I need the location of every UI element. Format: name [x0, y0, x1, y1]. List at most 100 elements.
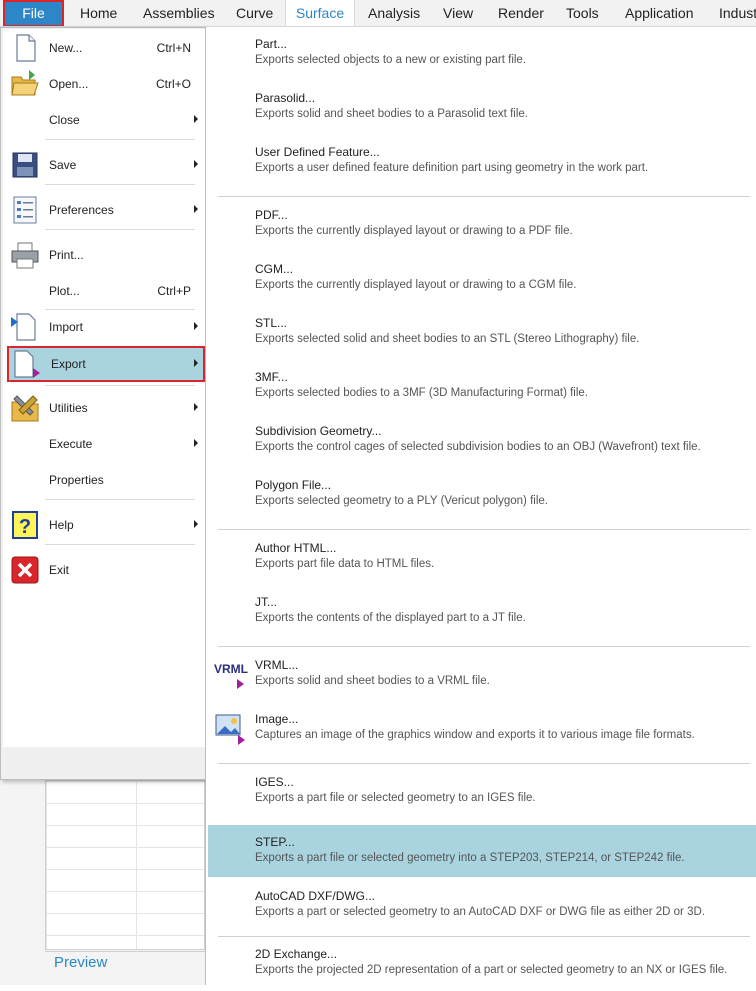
export-item-description: Exports a user defined feature definitio…: [255, 162, 649, 174]
menu-label-close: Close: [49, 113, 80, 127]
export-item-parasolid[interactable]: Parasolid... Exports solid and sheet bod…: [208, 81, 756, 135]
submenu-arrow-icon: [194, 160, 198, 168]
menu-label-export: Export: [51, 357, 86, 371]
menu-separator: [45, 229, 195, 230]
export-item-polygon-file[interactable]: Polygon File... Exports selected geometr…: [208, 468, 756, 522]
tab-view[interactable]: View: [443, 0, 473, 26]
menu-label-execute: Execute: [49, 437, 93, 451]
printer-icon: [11, 242, 39, 269]
export-item-step[interactable]: STEP... Exports a part file or selected …: [208, 825, 756, 877]
submenu-arrow-icon: [194, 403, 198, 411]
menu-item-exit[interactable]: Exit: [7, 553, 205, 587]
export-item-description: Captures an image of the graphics window…: [255, 729, 695, 741]
menu-item-print[interactable]: Print...: [7, 238, 205, 272]
export-icon: [14, 350, 40, 378]
export-item-title: JT...: [255, 595, 278, 609]
open-folder-icon: [11, 70, 39, 96]
menu-item-help[interactable]: ? Help: [7, 508, 205, 542]
export-item-jt[interactable]: JT... Exports the contents of the displa…: [208, 585, 756, 639]
save-disk-icon: [12, 152, 38, 178]
export-item-title: AutoCAD DXF/DWG...: [255, 889, 376, 903]
export-item-description: Exports selected geometry to a PLY (Veri…: [255, 495, 548, 507]
vrml-icon: VRML: [214, 662, 248, 689]
menu-label-new: New...: [49, 41, 83, 55]
tab-industry[interactable]: Indust: [719, 0, 756, 26]
menu-item-open[interactable]: Open... Ctrl+O: [7, 67, 205, 101]
export-item-stl[interactable]: STL... Exports selected solid and sheet …: [208, 306, 756, 360]
tab-render[interactable]: Render: [498, 0, 544, 26]
export-item-title: PDF...: [255, 208, 288, 222]
export-item-2d-exchange[interactable]: 2D Exchange... Exports the projected 2D …: [208, 937, 756, 991]
menu-item-plot[interactable]: Plot... Ctrl+P: [7, 274, 205, 308]
export-item-description: Exports a part file or selected geometry…: [255, 792, 536, 804]
submenu-arrow-icon: [194, 322, 198, 330]
menu-separator: [45, 499, 195, 500]
export-item-image[interactable]: Image... Captures an image of the graphi…: [208, 702, 756, 756]
export-item-title: Parasolid...: [255, 91, 316, 105]
export-item-description: Exports part file data to HTML files.: [255, 558, 435, 570]
export-item-title: Author HTML...: [255, 541, 337, 555]
tab-file[interactable]: File: [3, 0, 64, 26]
menu-item-close[interactable]: Close: [7, 103, 205, 137]
tab-tools[interactable]: Tools: [566, 0, 599, 26]
menu-item-new[interactable]: New... Ctrl+N: [7, 31, 205, 65]
export-item-description: Exports selected objects to a new or exi…: [255, 54, 527, 66]
submenu-separator: [218, 646, 750, 647]
file-menu-list: New... Ctrl+N Open... Ctrl+O Close Save …: [3, 29, 205, 747]
menu-label-properties: Properties: [49, 473, 104, 487]
submenu-separator: [218, 763, 750, 764]
export-item-author-html[interactable]: Author HTML... Exports part file data to…: [208, 531, 756, 585]
export-item-iges[interactable]: IGES... Exports a part file or selected …: [208, 765, 756, 819]
export-item-title: Subdivision Geometry...: [255, 424, 382, 438]
preview-label[interactable]: Preview: [54, 954, 107, 971]
export-item-title: STL...: [255, 316, 288, 330]
import-icon: [11, 313, 36, 341]
export-item-description: Exports solid and sheet bodies to a Para…: [255, 108, 528, 120]
menu-item-execute[interactable]: Execute: [7, 427, 205, 461]
export-item-description: Exports a part or selected geometry to a…: [255, 906, 705, 918]
exit-close-icon: [11, 556, 39, 584]
export-item-subdivision-geometry[interactable]: Subdivision Geometry... Exports the cont…: [208, 414, 756, 468]
tab-application[interactable]: Application: [625, 0, 694, 26]
export-item-description: Exports the control cages of selected su…: [255, 441, 701, 453]
submenu-arrow-icon: [194, 439, 198, 447]
export-item-title: CGM...: [255, 262, 293, 276]
export-item-autocad-dxf-dwg[interactable]: AutoCAD DXF/DWG... Exports a part or sel…: [208, 879, 756, 933]
menu-label-utilities: Utilities: [49, 401, 88, 415]
svg-text:?: ?: [19, 516, 31, 538]
menu-label-open: Open...: [49, 77, 89, 91]
export-item-cgm[interactable]: CGM... Exports the currently displayed l…: [208, 252, 756, 306]
export-item-title: Polygon File...: [255, 478, 332, 492]
export-item-3mf[interactable]: 3MF... Exports selected bodies to a 3MF …: [208, 360, 756, 414]
tab-home[interactable]: Home: [80, 0, 117, 26]
submenu-arrow-icon: [194, 520, 198, 528]
menu-item-properties[interactable]: Properties: [7, 463, 205, 497]
export-item-vrml[interactable]: VRML VRML... Exports solid and sheet bod…: [208, 648, 756, 702]
menu-item-utilities[interactable]: Utilities: [7, 391, 205, 425]
shortcut-plot: Ctrl+P: [157, 284, 191, 298]
export-item-title: 2D Exchange...: [255, 947, 338, 961]
export-item-user-defined-feature[interactable]: User Defined Feature... Exports a user d…: [208, 135, 756, 189]
menu-item-preferences[interactable]: Preferences: [7, 193, 205, 227]
tab-assemblies[interactable]: Assemblies: [143, 0, 215, 26]
shortcut-new: Ctrl+N: [156, 41, 191, 55]
shortcut-open: Ctrl+O: [155, 77, 191, 91]
menu-label-preferences: Preferences: [49, 203, 114, 217]
menu-label-exit: Exit: [49, 563, 70, 577]
tab-surface[interactable]: Surface: [285, 0, 355, 26]
export-item-description: Exports the currently displayed layout o…: [255, 279, 577, 291]
export-item-title: Image...: [255, 712, 299, 726]
menu-item-import[interactable]: Import: [7, 310, 205, 344]
export-item-description: Exports selected solid and sheet bodies …: [255, 333, 640, 345]
tab-curve[interactable]: Curve: [236, 0, 273, 26]
tab-analysis[interactable]: Analysis: [368, 0, 420, 26]
menu-item-export[interactable]: Export: [7, 346, 205, 382]
menu-label-plot: Plot...: [49, 284, 80, 298]
menu-label-save: Save: [49, 158, 77, 172]
export-item-description: Exports selected bodies to a 3MF (3D Man…: [255, 387, 589, 399]
export-item-part[interactable]: Part... Exports selected objects to a ne…: [208, 27, 756, 81]
export-item-pdf[interactable]: PDF... Exports the currently displayed l…: [208, 198, 756, 252]
export-item-description: Exports solid and sheet bodies to a VRML…: [255, 675, 490, 687]
menu-item-save[interactable]: Save: [7, 148, 205, 182]
export-item-description: Exports a part file or selected geometry…: [255, 852, 685, 864]
